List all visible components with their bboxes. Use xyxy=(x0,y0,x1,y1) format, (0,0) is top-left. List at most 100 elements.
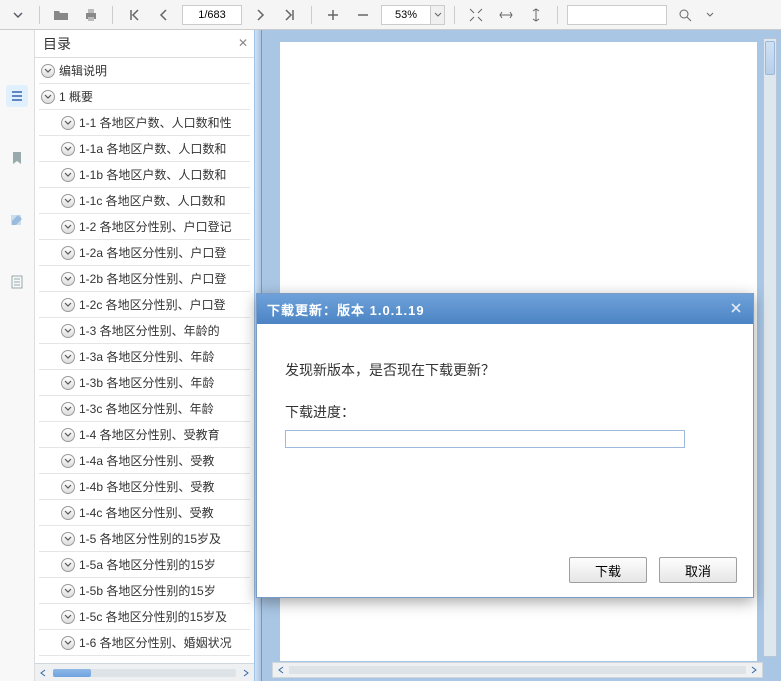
expand-icon[interactable] xyxy=(61,584,75,598)
dialog-progress-label: 下载进度： xyxy=(285,402,725,422)
toc-item[interactable]: 1-1a 各地区户数、人口数和 xyxy=(35,136,254,161)
download-button[interactable]: 下载 xyxy=(569,557,647,583)
scroll-left-icon[interactable] xyxy=(35,665,51,681)
prev-page-icon[interactable] xyxy=(152,3,176,27)
page-indicator[interactable]: 1/683 xyxy=(182,5,242,25)
scroll-right-icon[interactable] xyxy=(746,662,762,678)
toc-item[interactable]: 1-4b 各地区分性别、受教 xyxy=(35,474,254,499)
vertical-scrollbar[interactable] xyxy=(763,38,777,657)
print-icon[interactable] xyxy=(79,3,103,27)
expand-icon[interactable] xyxy=(61,246,75,260)
search-input[interactable] xyxy=(567,5,667,25)
expand-icon[interactable] xyxy=(61,220,75,234)
toc-item[interactable]: 1 概要 xyxy=(35,84,254,109)
fit-height-icon[interactable] xyxy=(524,3,548,27)
toc-tree: 编辑说明 1 概要1-1 各地区户数、人口数和性 1-1a 各地区户数、人口数和 1-… xyxy=(35,58,254,661)
search-icon[interactable] xyxy=(673,3,697,27)
toc-item[interactable]: 1-3c 各地区分性别、年龄 xyxy=(35,396,254,421)
expand-icon[interactable] xyxy=(61,402,75,416)
dialog-title-text: 下载更新：版本 1.0.1.19 xyxy=(267,300,425,319)
scroll-thumb[interactable] xyxy=(53,669,91,677)
toc-item[interactable]: 1-3a 各地区分性别、年龄 xyxy=(35,344,254,369)
toc-item[interactable]: 1-4 各地区分性别、受教育 xyxy=(35,422,254,447)
content-horizontal-scrollbar[interactable] xyxy=(272,662,763,678)
toc-item-label: 1-3a 各地区分性别、年龄 xyxy=(79,348,214,365)
expand-icon[interactable] xyxy=(61,194,75,208)
toc-item[interactable]: 1-5a 各地区分性别的15岁 xyxy=(35,552,254,577)
zoom-in-icon[interactable] xyxy=(321,3,345,27)
thumbnails-icon[interactable] xyxy=(6,271,28,293)
toc-item[interactable]: 1-1c 各地区户数、人口数和 xyxy=(35,188,254,213)
expand-icon[interactable] xyxy=(61,324,75,338)
expand-icon[interactable] xyxy=(61,558,75,572)
zoom-out-icon[interactable] xyxy=(351,3,375,27)
toc-item-label: 1-5c 各地区分性别的15岁及 xyxy=(79,608,227,625)
cancel-button[interactable]: 取消 xyxy=(659,557,737,583)
toc-item[interactable]: 1-5b 各地区分性别的15岁 xyxy=(35,578,254,603)
toc-horizontal-scrollbar[interactable] xyxy=(35,663,254,681)
fit-page-icon[interactable] xyxy=(464,3,488,27)
toc-item[interactable]: 1-3b 各地区分性别、年龄 xyxy=(35,370,254,395)
search-dropdown-icon[interactable] xyxy=(703,5,717,25)
expand-icon[interactable] xyxy=(61,636,75,650)
dropdown-icon[interactable] xyxy=(6,3,30,27)
scroll-right-icon[interactable] xyxy=(238,665,254,681)
expand-icon[interactable] xyxy=(61,532,75,546)
toc-item[interactable]: 1-2a 各地区分性别、户口登 xyxy=(35,240,254,265)
toc-item[interactable]: 1-2 各地区分性别、户口登记 xyxy=(35,214,254,239)
toc-item-label: 1-2c 各地区分性别、户口登 xyxy=(79,296,226,313)
toc-item[interactable]: 1-3 各地区分性别、年龄的 xyxy=(35,318,254,343)
expand-icon[interactable] xyxy=(61,428,75,442)
zoom-indicator[interactable]: 53% xyxy=(381,5,431,25)
close-icon[interactable] xyxy=(727,299,745,317)
expand-icon[interactable] xyxy=(61,506,75,520)
toc-item-label: 1-5 各地区分性别的15岁及 xyxy=(79,530,221,547)
bookmark-icon[interactable] xyxy=(6,147,28,169)
scroll-thumb[interactable] xyxy=(765,41,775,75)
toc-item-label: 1-4b 各地区分性别、受教 xyxy=(79,478,214,495)
toc-item-label: 编辑说明 xyxy=(59,62,107,79)
toc-item[interactable]: 1-1b 各地区户数、人口数和 xyxy=(35,162,254,187)
expand-icon[interactable] xyxy=(61,168,75,182)
expand-icon[interactable] xyxy=(61,350,75,364)
expand-icon[interactable] xyxy=(61,298,75,312)
dialog-message: 发现新版本，是否现在下载更新？ xyxy=(285,360,725,380)
toc-item-label: 1-4 各地区分性别、受教育 xyxy=(79,426,220,443)
scroll-left-icon[interactable] xyxy=(273,662,289,678)
toc-item[interactable]: 1-2b 各地区分性别、户口登 xyxy=(35,266,254,291)
toc-item-label: 1-3c 各地区分性别、年龄 xyxy=(79,400,214,417)
expand-icon[interactable] xyxy=(61,116,75,130)
toc-item[interactable]: 1-5 各地区分性别的15岁及 xyxy=(35,526,254,551)
expand-icon[interactable] xyxy=(41,90,55,104)
last-page-icon[interactable] xyxy=(278,3,302,27)
fit-width-icon[interactable] xyxy=(494,3,518,27)
toc-item[interactable]: 1-6 各地区分性别、婚姻状况 xyxy=(35,630,254,655)
toc-item-label: 1-3 各地区分性别、年龄的 xyxy=(79,322,220,339)
toc-item[interactable]: 1-5c 各地区分性别的15岁及 xyxy=(35,604,254,629)
toc-item[interactable]: 1-4c 各地区分性别、受教 xyxy=(35,500,254,525)
expand-icon[interactable] xyxy=(61,480,75,494)
toc-item[interactable]: 编辑说明 xyxy=(35,58,254,83)
toc-item[interactable]: 1-1 各地区户数、人口数和性 xyxy=(35,110,254,135)
close-icon[interactable]: ✕ xyxy=(238,36,248,50)
dialog-title-bar[interactable]: 下载更新：版本 1.0.1.19 xyxy=(257,294,753,324)
zoom-dropdown-icon[interactable] xyxy=(431,5,445,25)
toc-item-label: 1-1a 各地区户数、人口数和 xyxy=(79,140,226,157)
open-folder-icon[interactable] xyxy=(49,3,73,27)
expand-icon[interactable] xyxy=(61,272,75,286)
expand-icon[interactable] xyxy=(61,142,75,156)
toc-title: 目录 xyxy=(43,34,71,54)
expand-icon[interactable] xyxy=(61,376,75,390)
expand-icon[interactable] xyxy=(41,64,55,78)
first-page-icon[interactable] xyxy=(122,3,146,27)
annotations-icon[interactable] xyxy=(6,209,28,231)
toc-item[interactable]: 1-2c 各地区分性别、户口登 xyxy=(35,292,254,317)
toc-item-label: 1-2 各地区分性别、户口登记 xyxy=(79,218,232,235)
toc-icon[interactable] xyxy=(6,85,28,107)
expand-icon[interactable] xyxy=(61,610,75,624)
next-page-icon[interactable] xyxy=(248,3,272,27)
update-dialog: 下载更新：版本 1.0.1.19 发现新版本，是否现在下载更新？ 下载进度： 下… xyxy=(256,293,754,598)
toc-item[interactable]: 1-4a 各地区分性别、受教 xyxy=(35,448,254,473)
expand-icon[interactable] xyxy=(61,454,75,468)
toc-item[interactable]: 1-6a 各地区分性别、婚姻状 xyxy=(35,656,254,661)
